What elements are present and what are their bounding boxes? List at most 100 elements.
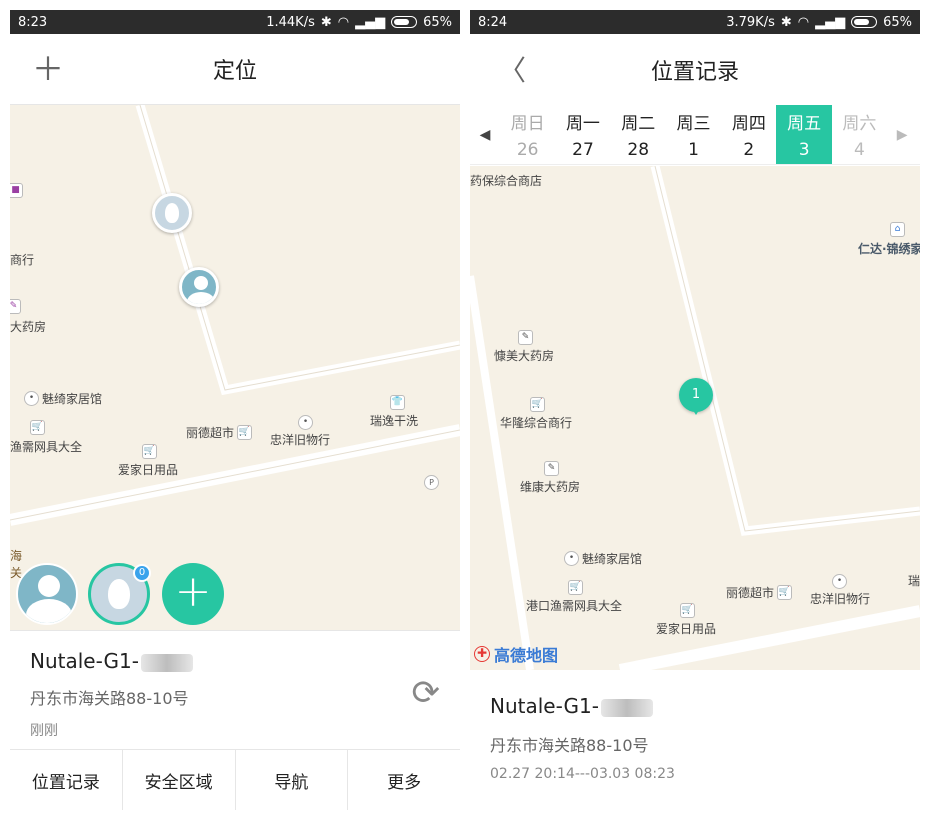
device-address: 丹东市海关路88-10号 — [490, 736, 649, 755]
map-label: 忠洋旧物行 — [270, 433, 331, 447]
day-item-selected[interactable]: 周五 3 — [776, 105, 832, 164]
add-icon[interactable]: ＋ — [32, 53, 64, 85]
redacted-id — [140, 653, 193, 672]
signal-icon: ▂▄▆ — [815, 14, 846, 30]
shop-icon: 🛒 — [530, 397, 545, 412]
map-label: 维康大药房 — [520, 480, 581, 494]
back-icon[interactable]: 〈 — [498, 56, 526, 86]
day-item[interactable]: 周二 28 — [611, 105, 666, 164]
network-speed: 1.44K/s — [266, 14, 315, 30]
time-range: 02.27 20:14---03.03 08:23 — [490, 766, 675, 782]
building-icon: ⌂ — [890, 222, 905, 237]
bottom-tab-bar: 位置记录 安全区域 导航 更多 — [10, 749, 460, 810]
device-address: 丹东市海关路88-10号 — [30, 689, 189, 708]
tab-safe-zone[interactable]: 安全区域 — [123, 750, 236, 810]
poi-dot-icon: • — [298, 415, 313, 430]
redacted-id — [600, 698, 653, 717]
battery-percent: 65% — [883, 14, 912, 30]
status-bar: 8:24 3.79K/s ✱ ◠ ▂▄▆ 65% — [470, 10, 920, 34]
prev-week-icon[interactable]: ◀ — [470, 105, 500, 164]
device-map-marker[interactable] — [152, 193, 192, 233]
shirt-icon: 👕 — [390, 395, 405, 410]
tab-location-history[interactable]: 位置记录 — [10, 750, 123, 810]
add-device-button[interactable]: + — [162, 563, 224, 625]
day-item[interactable]: 周日 26 — [500, 105, 555, 164]
map-label: 商行 — [10, 253, 35, 267]
pharmacy-icon: ✎ — [10, 299, 21, 314]
battery-icon — [851, 16, 878, 28]
map-label: 大药房 — [10, 320, 47, 334]
day-item[interactable]: 周一 27 — [555, 105, 610, 164]
user-avatar-button[interactable] — [16, 563, 78, 625]
map-label: 爱家日用品 — [118, 463, 179, 477]
status-time: 8:24 — [478, 14, 508, 30]
parking-icon: P — [424, 475, 439, 490]
poi-dot-icon: • — [832, 574, 847, 589]
map-label: • 魅绮家居馆 — [24, 390, 102, 407]
map-label: 慷美大药房 — [494, 349, 555, 363]
shop-icon: 🛒 — [568, 580, 583, 595]
poi-dot-icon: • — [564, 551, 579, 566]
network-speed: 3.79K/s — [726, 14, 775, 30]
pharmacy-icon: ✎ — [518, 330, 533, 345]
map-view[interactable]: ■ 商行 ✎ 大药房 • 魅绮家居馆 🛒 渔需网具大全 丽德超市 🛒 • 忠洋旧物行… — [10, 105, 460, 630]
map-label: 忠洋旧物行 — [810, 592, 871, 606]
shop-icon: 🛒 — [142, 444, 157, 459]
map-label: 药保综合商店 — [470, 174, 543, 188]
shop-icon: 🛒 — [777, 585, 793, 600]
status-time: 8:23 — [18, 14, 48, 30]
day-item[interactable]: 周六 4 — [832, 105, 887, 164]
bluetooth-icon: ✱ — [780, 14, 792, 30]
map-label: 渔需网具大全 — [10, 440, 83, 454]
history-info-panel: Nutale-G1- 丹东市海关路88-10号 02.27 20:14---03… — [470, 670, 920, 810]
tab-more[interactable]: 更多 — [348, 750, 460, 810]
top-bar: 〈 位置记录 — [470, 34, 920, 105]
map-label: 华隆综合商行 — [500, 416, 573, 430]
shop-icon: ■ — [10, 183, 23, 198]
battery-icon — [391, 16, 418, 28]
week-date-picker: ◀ 周日 26 周一 27 周二 28 周三 1 周四 2 周五 3 周六 4 ▶ — [470, 105, 920, 165]
device-badge: 0 — [133, 564, 151, 582]
poi-dot-icon: • — [24, 391, 39, 406]
device-info-panel: Nutale-G1- 丹东市海关路88-10号 刚刚 ⟳ — [10, 630, 460, 749]
map-brand-logo: ✚ 高德地图 — [474, 642, 558, 666]
map-label: 仁达·锦绣家 — [858, 242, 920, 256]
location-cluster-marker[interactable]: 1 — [679, 378, 713, 418]
wifi-icon: ◠ — [797, 14, 810, 30]
location-screen: 8:23 1.44K/s ✱ ◠ ▂▄▆ 65% ＋ 定位 ■ 商行 ✎ 大药房… — [10, 10, 460, 820]
history-map-view[interactable]: 药保综合商店 ⌂ 仁达·锦绣家 ✎ 慷美大药房 🛒 华隆综合商行 ✎ 维康大药房… — [470, 166, 920, 670]
location-history-screen: 8:24 3.79K/s ✱ ◠ ▂▄▆ 65% 〈 位置记录 ◀ 周日 26 周… — [470, 10, 920, 820]
page-title: 位置记录 — [650, 59, 739, 85]
map-label: 丽德超市 🛒 — [726, 585, 793, 600]
shop-icon: 🛒 — [237, 425, 253, 440]
map-label: ■ — [10, 183, 23, 198]
top-bar: ＋ 定位 — [10, 34, 460, 105]
update-time: 刚刚 — [30, 723, 58, 739]
tab-navigation[interactable]: 导航 — [236, 750, 349, 810]
page-title: 定位 — [212, 59, 257, 84]
battery-percent: 65% — [423, 14, 452, 30]
map-label: 港口渔需网具大全 — [526, 599, 623, 613]
map-label: 瑞逸干洗 — [370, 414, 419, 428]
device-name: Nutale-G1- — [490, 694, 653, 718]
day-item[interactable]: 周三 1 — [666, 105, 721, 164]
user-map-marker[interactable] — [179, 267, 219, 307]
map-label: 丽德超市 🛒 — [186, 425, 253, 440]
map-roads — [10, 105, 460, 526]
device-avatar-button[interactable]: 0 — [88, 563, 151, 625]
refresh-icon[interactable]: ⟳ — [412, 673, 441, 713]
signal-icon: ▂▄▆ — [355, 14, 386, 30]
hospital-icon: ✚ — [474, 646, 490, 662]
map-label: 爱家日用品 — [656, 622, 717, 636]
wifi-icon: ◠ — [337, 14, 350, 30]
device-name: Nutale-G1- — [30, 649, 193, 673]
bluetooth-icon: ✱ — [320, 14, 332, 30]
map-label: • 魅绮家居馆 — [564, 550, 642, 567]
shop-icon: 🛒 — [680, 603, 695, 618]
next-week-icon[interactable]: ▶ — [887, 105, 917, 164]
shop-icon: 🛒 — [30, 420, 45, 435]
pharmacy-icon: ✎ — [544, 461, 559, 476]
day-item[interactable]: 周四 2 — [721, 105, 776, 164]
map-label: 瑞 — [908, 574, 920, 588]
status-bar: 8:23 1.44K/s ✱ ◠ ▂▄▆ 65% — [10, 10, 460, 34]
